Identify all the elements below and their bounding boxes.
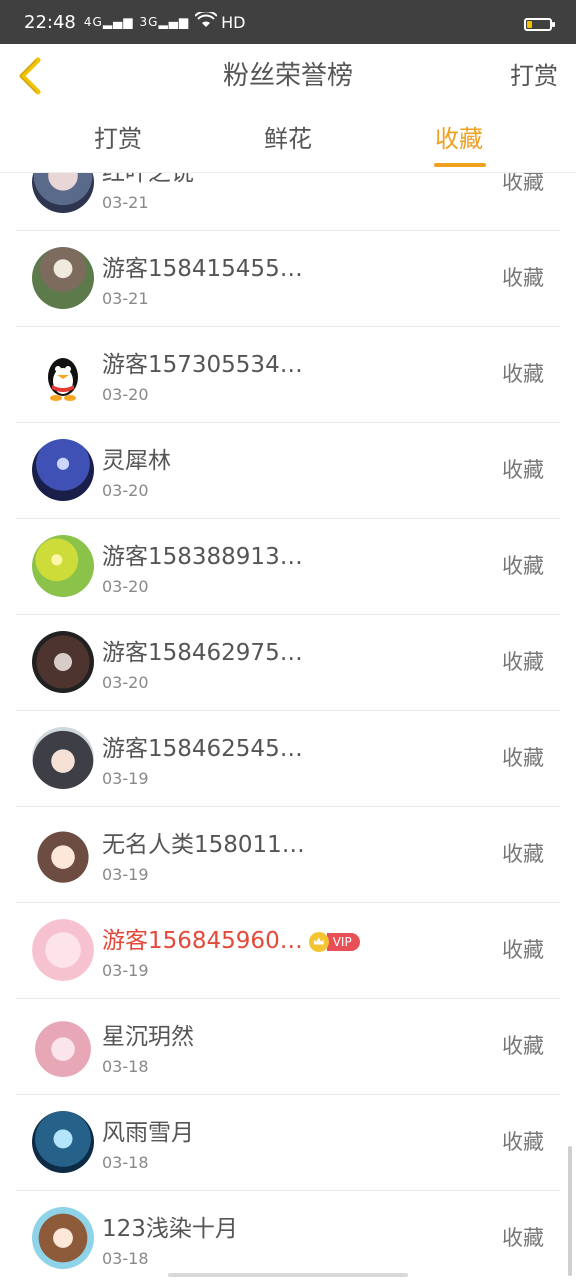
signal-icon-2: 3G▂▄▆ [139, 15, 190, 29]
user-name-text: 无名人类158011… [102, 832, 305, 858]
user-name: 灵犀林 [102, 441, 171, 475]
pink-anime-avatar[interactable] [32, 919, 94, 981]
item-date: 03-18 [102, 1249, 149, 1268]
user-name-text: 123浅染十月 [102, 1216, 238, 1242]
list-item[interactable]: 游客156845960… VIP 03-19 收藏 [16, 903, 560, 999]
vip-badge: VIP [308, 931, 360, 952]
item-action-label: 收藏 [502, 362, 544, 386]
user-name-text: 灵犀林 [102, 448, 171, 474]
scrollbar[interactable] [568, 1146, 572, 1276]
item-action-label: 收藏 [502, 266, 544, 290]
status-bar: 22:48 4G▂▄▆ 3G▂▄▆ HD [0, 0, 576, 44]
tab-bar: 打赏 鲜花 收藏 [0, 108, 576, 173]
item-action-label: 收藏 [502, 746, 544, 770]
user-name: 游客158462545… [102, 729, 303, 763]
blue-anime-avatar[interactable] [32, 1111, 94, 1173]
list-item[interactable]: 游客158415455… 03-21 收藏 [16, 231, 560, 327]
list-item[interactable]: 游客158462975… 03-20 收藏 [16, 615, 560, 711]
item-action-label: 收藏 [502, 938, 544, 962]
user-name-text: 游客158462545… [102, 736, 303, 762]
user-name-text: 游客156845960… [102, 928, 303, 954]
item-date: 03-20 [102, 673, 149, 692]
photo-avatar[interactable] [32, 247, 94, 309]
item-date: 03-21 [102, 193, 149, 212]
user-name: 风雨雪月 [102, 1113, 194, 1147]
wifi-icon [194, 9, 218, 33]
user-name-text: 风雨雪月 [102, 1120, 194, 1146]
user-name: 123浅染十月 [102, 1209, 238, 1243]
item-date: 03-18 [102, 1153, 149, 1172]
item-action-label: 收藏 [502, 650, 544, 674]
item-date: 03-20 [102, 577, 149, 596]
cartoon-girl-avatar[interactable] [32, 823, 94, 885]
item-date: 03-20 [102, 385, 149, 404]
nav-bar: 粉丝荣誉榜 打赏 [0, 44, 576, 109]
penguin-avatar[interactable] [32, 343, 94, 405]
network-type: HD [221, 12, 246, 32]
dogs-avatar[interactable] [32, 631, 94, 693]
user-name: 红叶之说 [102, 173, 194, 187]
brown-hair-avatar[interactable] [32, 1207, 94, 1269]
item-date: 03-19 [102, 865, 149, 884]
item-action-label: 收藏 [502, 458, 544, 482]
vip-label: VIP [326, 932, 360, 951]
item-date: 03-21 [102, 289, 149, 308]
list-item[interactable]: 123浅染十月 03-18 收藏 [16, 1191, 560, 1280]
tab-reward[interactable]: 打赏 [58, 108, 178, 172]
user-name-text: 游客158388913… [102, 544, 303, 570]
item-action-label: 收藏 [502, 842, 544, 866]
user-name-text: 红叶之说 [102, 173, 194, 186]
list-item[interactable]: 灵犀林 03-20 收藏 [16, 423, 560, 519]
fan-list[interactable]: 红叶之说 03-21 收藏 游客158415455… 03-21 收藏 游客15730553… [0, 173, 576, 1280]
user-name: 游客158388913… [102, 537, 303, 571]
page-title: 粉丝荣誉榜 [222, 61, 353, 91]
user-name: 无名人类158011… [102, 825, 305, 859]
item-action-label: 收藏 [502, 554, 544, 578]
item-date: 03-18 [102, 1057, 149, 1076]
home-indicator[interactable] [168, 1273, 408, 1277]
list-item[interactable]: 游客157305534… 03-20 收藏 [16, 327, 560, 423]
user-name: 游客158462975… [102, 633, 303, 667]
list-item[interactable]: 游客158388913… 03-20 收藏 [16, 519, 560, 615]
user-name-text: 游客158462975… [102, 640, 303, 666]
flowers-avatar[interactable] [32, 535, 94, 597]
item-action-label: 收藏 [502, 1130, 544, 1154]
active-tab-indicator [434, 163, 486, 167]
user-name: 星沉玥然 [102, 1017, 194, 1051]
hat-girl-avatar[interactable] [32, 1015, 94, 1077]
list-item[interactable]: 风雨雪月 03-18 收藏 [16, 1095, 560, 1191]
signal-icon: 4G▂▄▆ [83, 15, 134, 29]
crown-icon [308, 931, 329, 952]
girl-avatar[interactable] [32, 173, 94, 213]
item-date: 03-19 [102, 769, 149, 788]
tab-flowers[interactable]: 鲜花 [228, 108, 348, 172]
item-date: 03-20 [102, 481, 149, 500]
user-name-text: 游客158415455… [102, 256, 303, 282]
list-item[interactable]: 星沉玥然 03-18 收藏 [16, 999, 560, 1095]
user-name: 游客158415455… [102, 249, 303, 283]
anime-boy-avatar[interactable] [32, 727, 94, 789]
item-action-label: 收藏 [502, 173, 544, 194]
user-name-text: 游客157305534… [102, 352, 303, 378]
reward-button[interactable]: 打赏 [510, 44, 558, 108]
item-date: 03-19 [102, 961, 149, 980]
status-time: 22:48 [24, 11, 76, 33]
list-item[interactable]: 游客158462545… 03-19 收藏 [16, 711, 560, 807]
user-name: 游客156845960… VIP [102, 921, 360, 955]
list-item[interactable]: 无名人类158011… 03-19 收藏 [16, 807, 560, 903]
user-name-text: 星沉玥然 [102, 1024, 194, 1050]
battery-icon [524, 18, 555, 31]
list-item[interactable]: 红叶之说 03-21 收藏 [16, 173, 560, 231]
item-action-label: 收藏 [502, 1226, 544, 1250]
user-name: 游客157305534… [102, 345, 303, 379]
item-action-label: 收藏 [502, 1034, 544, 1058]
night-sky-avatar[interactable] [32, 439, 94, 501]
